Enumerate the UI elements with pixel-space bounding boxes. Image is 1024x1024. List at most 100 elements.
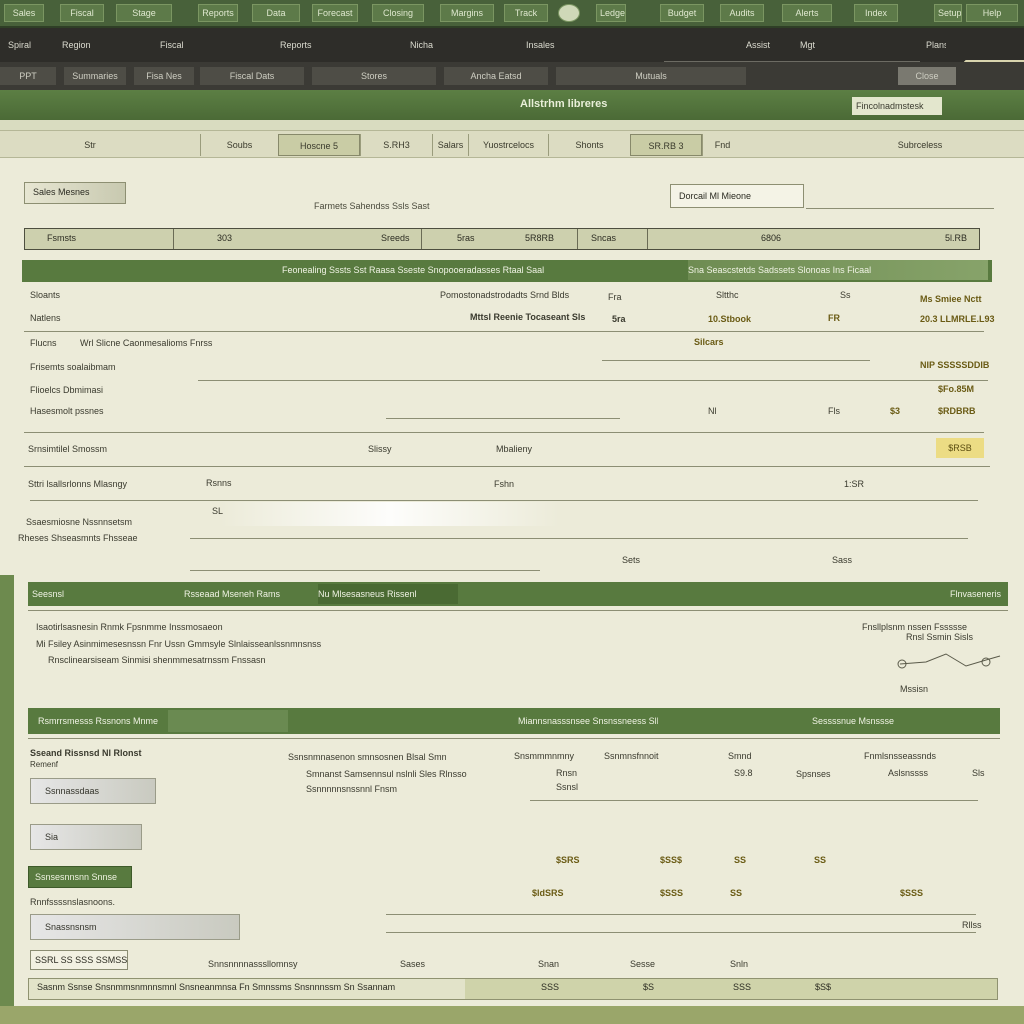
primary-button[interactable]: Ssnsesnnsnn Snnse <box>28 866 132 888</box>
divider <box>602 360 870 361</box>
title-right-label[interactable]: Fincolnadmstesk <box>852 97 942 115</box>
nav-bar: PPT Summaries Fisa Nes Fiscal Dats Store… <box>0 62 1024 90</box>
menu-item[interactable]: Mgt <box>800 37 830 53</box>
nav-item[interactable]: Ancha Eatsd <box>444 67 548 85</box>
row-value: 5ra <box>612 314 626 324</box>
toolbar-button[interactable]: Sales <box>4 4 44 22</box>
section2-header-mid2: Nu Mlsesasneus Rissenl <box>318 584 458 604</box>
nav-item[interactable]: Fiscal Dats <box>200 67 304 85</box>
toolbar-button[interactable]: Alerts <box>782 4 832 22</box>
bottom-column: Snnsnnnnasssllomnsy <box>208 959 298 969</box>
menu-item[interactable]: Insales <box>526 37 556 53</box>
toolbar-button[interactable]: Index <box>854 4 898 22</box>
footer-value: $S <box>643 982 655 992</box>
tab[interactable]: Yuostrcelocs <box>468 134 548 156</box>
divider <box>173 229 174 249</box>
column-header: Smnd <box>728 751 752 761</box>
tab-active[interactable]: Hoscne 5 <box>278 134 360 156</box>
nav-item[interactable]: Summaries <box>64 67 126 85</box>
bottom-column: Snln <box>730 959 749 969</box>
nav-item[interactable]: Stores <box>312 67 436 85</box>
tab[interactable]: Salars <box>432 134 468 156</box>
action-button[interactable]: Sia <box>30 824 142 850</box>
header-tab[interactable] <box>168 710 288 732</box>
footer-value: $S$ <box>815 982 832 992</box>
subrow-value: Mbalieny <box>496 444 533 454</box>
page-title-bar: Allstrhm libreres Fincolnadmstesk <box>0 90 1024 120</box>
toolbar-button[interactable]: Margins <box>440 4 494 22</box>
toolbar-button[interactable]: Track <box>504 4 548 22</box>
toolbar-button[interactable]: Closing <box>372 4 424 22</box>
tab-row: Str Soubs Hoscne 5 S.RH3 Salars Yuostrce… <box>0 130 1024 158</box>
tab[interactable]: Soubs <box>200 134 278 156</box>
row-value: Ss <box>840 290 851 300</box>
row-value: Rsnns <box>206 478 232 488</box>
close-button[interactable]: Close <box>898 67 956 85</box>
tab[interactable]: SR.RB 3 <box>630 134 702 156</box>
globe-icon[interactable] <box>558 4 580 22</box>
figure-value: SS <box>730 888 743 898</box>
divider <box>24 432 984 433</box>
info-right: Mssisn <box>900 684 929 694</box>
code-field[interactable]: SSRL SS SSS SSMSS <box>30 950 128 970</box>
toolbar-button[interactable]: Setup <box>934 4 962 22</box>
figure-value: Rllss <box>962 920 982 930</box>
action-button[interactable]: Snassnsnsm <box>30 914 240 940</box>
plans-button[interactable]: Plans <box>926 37 946 53</box>
section3-label2: Rnnfssssnslasnoons. <box>30 897 116 907</box>
footer-value: SSS <box>733 982 752 992</box>
sales-filter-button[interactable]: Sales Mesnes <box>24 182 126 204</box>
toolbar-button[interactable]: Data <box>252 4 300 22</box>
menu-item[interactable]: Region <box>62 37 90 53</box>
menu-bar: Spiral Region Fiscal Reports Nicha Insal… <box>0 28 1024 80</box>
toolbar-button[interactable]: Fiscal <box>60 4 104 22</box>
toolbar-button[interactable]: Forecast <box>312 4 358 22</box>
row-value: $RDBRB <box>938 406 976 416</box>
toolbar-button[interactable]: Budget <box>660 4 704 22</box>
nav-item[interactable]: Mutuals <box>556 67 746 85</box>
row-value: Nl <box>708 406 717 416</box>
bottom-column: Snan <box>538 959 560 969</box>
row-desc: Mttsl Reenie Tocaseant Sls <box>470 312 586 322</box>
page-title: Allstrhm libreres <box>520 98 608 110</box>
section2-header-mid: Rsseaad Mseneh Rams <box>184 589 281 599</box>
toolbar-button[interactable]: Stage <box>116 4 172 22</box>
section2-header: Seesnsl Rsseaad Mseneh Rams Nu Mlsesasne… <box>28 582 1008 606</box>
column-header: Ssnmnsfnnoit <box>604 751 659 761</box>
tab[interactable]: Subrceless <box>860 134 980 156</box>
row-label: Frisemts soalaibmam <box>30 362 116 372</box>
divider <box>190 570 540 571</box>
tab[interactable]: Fnd <box>702 134 742 156</box>
nav-item[interactable]: Fisa Nes <box>134 67 194 85</box>
divider <box>806 208 994 209</box>
tab[interactable]: S.RH3 <box>360 134 432 156</box>
section3-header-mid: Miannsnasssnsee Snsnssneess SlRMEE <box>518 716 658 726</box>
search-input[interactable]: Dorcail Ml Mieone <box>670 184 804 208</box>
divider <box>421 229 422 249</box>
section3-desc: Ssnsnmnasenon smnsosnen Blsal Smnnnee <box>288 752 446 762</box>
toolbar-button[interactable]: Audits <box>720 4 764 22</box>
menu-item[interactable]: Assist <box>746 37 782 53</box>
toolbar-button[interactable]: Ledger <box>596 4 626 22</box>
menu-item[interactable]: Fiscal <box>160 37 190 53</box>
column-value: Ssnsl <box>556 782 579 792</box>
menu-item[interactable]: Nicha <box>410 37 440 53</box>
row-value: Sass <box>832 555 853 565</box>
toolbar-button[interactable]: Help <box>966 4 1018 22</box>
footer-text: Sasnm Ssnse Snsnmmsnmnnsmnl Snsneanmnsa … <box>37 982 396 992</box>
row-label: Flioelcs Dbmimasi <box>30 385 104 395</box>
tab[interactable]: Shonts <box>548 134 630 156</box>
footer-value: SSS <box>541 982 560 992</box>
bottom-column: Sesse <box>630 959 656 969</box>
tab[interactable]: Str <box>60 134 120 156</box>
summary-cell: Sncas <box>591 233 617 243</box>
section-header-text: Feonealing Sssts Sst Raasa Sseste Snopoo… <box>282 265 545 275</box>
divider <box>24 466 990 467</box>
menu-item[interactable]: Reports <box>280 37 332 53</box>
nav-item[interactable]: PPT <box>0 67 56 85</box>
toolbar-button[interactable]: Reports <box>198 4 238 22</box>
summary-cell: Sreeds <box>381 233 410 243</box>
action-button[interactable]: Ssnnassdaas <box>30 778 156 804</box>
menu-item[interactable]: Spiral <box>8 37 48 53</box>
summary-cell: 303 <box>217 233 233 243</box>
